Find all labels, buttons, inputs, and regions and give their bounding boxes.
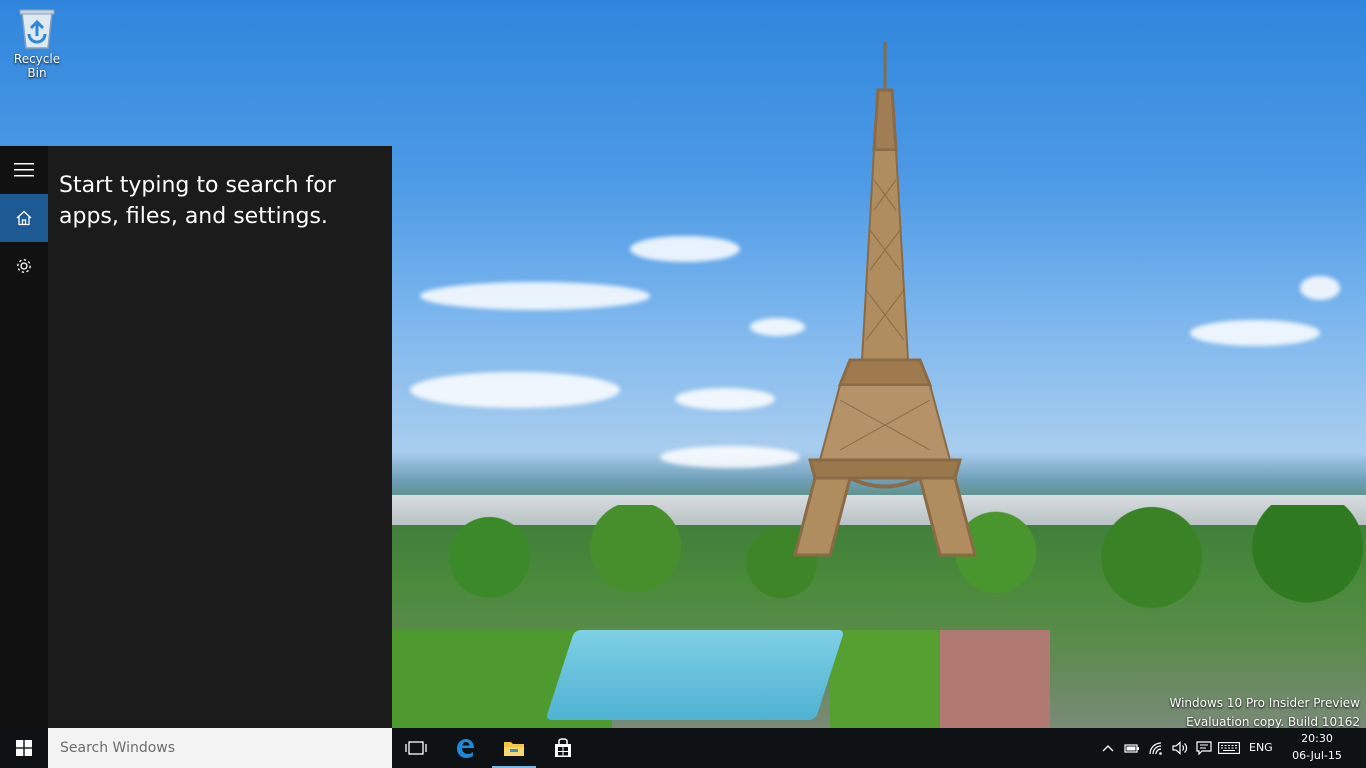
watermark-line: Evaluation copy. Build 10162 xyxy=(1186,715,1360,728)
edge-icon xyxy=(457,739,474,758)
show-hidden-icons-button[interactable] xyxy=(1096,728,1120,768)
store-icon xyxy=(555,738,571,757)
clock-button[interactable]: 20:30 06-Jul-15 xyxy=(1285,730,1349,764)
clock-time: 20:30 xyxy=(1301,732,1333,745)
search-hint-text: Start typing to search for apps, files, … xyxy=(59,173,336,229)
store-button[interactable] xyxy=(539,728,587,768)
gear-icon xyxy=(17,259,31,273)
wallpaper-cloud xyxy=(1190,320,1320,346)
wallpaper-cloud xyxy=(420,282,650,310)
wifi-icon xyxy=(1149,742,1162,755)
hamburger-menu-icon xyxy=(14,163,34,177)
file-explorer-button[interactable] xyxy=(490,728,538,768)
system-tray: ENG 20:30 06-Jul-15 xyxy=(1096,728,1366,768)
eiffel-tower xyxy=(793,42,977,557)
wallpaper-cloud xyxy=(675,388,775,410)
task-view-icon xyxy=(405,741,427,755)
wallpaper-cloud xyxy=(1300,276,1340,300)
home-button[interactable] xyxy=(0,194,48,242)
battery-button[interactable] xyxy=(1120,728,1144,768)
windows-watermark: Windows 10 Pro Insider Preview Evaluatio… xyxy=(1169,694,1360,728)
taskbar: ENG 20:30 06-Jul-15 xyxy=(0,728,1366,768)
clock-date: 06-Jul-15 xyxy=(1292,749,1342,762)
windows-logo-icon xyxy=(16,740,32,756)
network-button[interactable] xyxy=(1144,728,1168,768)
watermark-line: Windows 10 Pro Insider Preview xyxy=(1169,696,1360,710)
touch-keyboard-button[interactable] xyxy=(1216,728,1242,768)
wallpaper-cloud xyxy=(410,372,620,408)
search-input[interactable] xyxy=(48,728,392,768)
search-panel: Start typing to search for apps, files, … xyxy=(0,146,392,728)
volume-button[interactable] xyxy=(1168,728,1192,768)
action-center-button[interactable] xyxy=(1192,728,1216,768)
file-explorer-icon xyxy=(504,742,524,756)
wallpaper-lawn xyxy=(830,630,940,728)
settings-button[interactable] xyxy=(0,242,48,290)
task-view-button[interactable] xyxy=(392,728,440,768)
wallpaper-pool xyxy=(545,630,845,720)
start-button[interactable] xyxy=(0,728,48,768)
panel-rail xyxy=(0,146,48,728)
wallpaper-path xyxy=(940,630,1050,728)
keyboard-icon xyxy=(1218,742,1240,754)
volume-icon xyxy=(1172,741,1188,755)
desktop-icon-recycle-bin[interactable]: Recycle Bin xyxy=(4,6,70,80)
desktop-icon-label: Recycle Bin xyxy=(13,52,61,80)
home-icon xyxy=(16,210,32,226)
chevron-up-icon xyxy=(1102,745,1114,752)
action-center-icon xyxy=(1196,741,1212,755)
input-language-button[interactable]: ENG xyxy=(1249,728,1273,768)
wallpaper-cloud xyxy=(660,446,800,468)
edge-button[interactable] xyxy=(441,728,489,768)
recycle-bin-icon xyxy=(18,6,56,50)
hamburger-menu-button[interactable] xyxy=(0,146,48,194)
battery-icon xyxy=(1124,744,1139,753)
wallpaper-cloud xyxy=(630,236,740,262)
